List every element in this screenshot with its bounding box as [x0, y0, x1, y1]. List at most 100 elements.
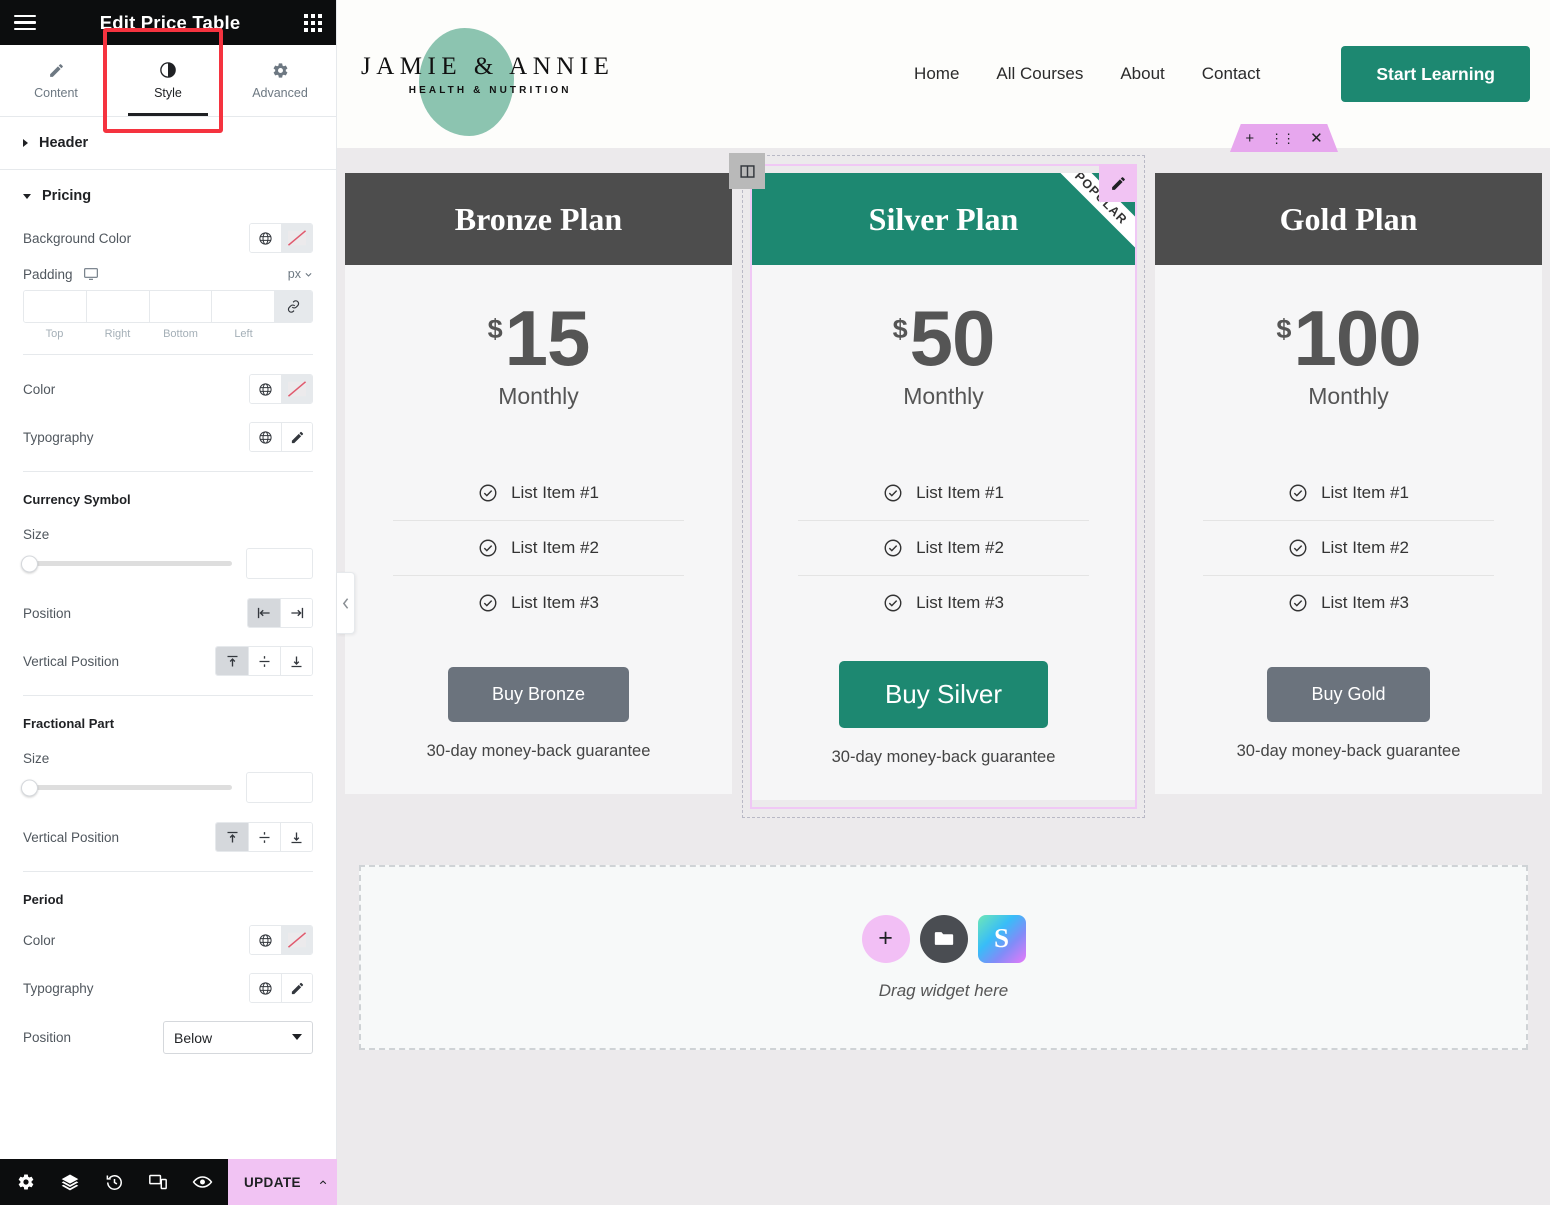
layers-navigator-icon[interactable]: [48, 1172, 92, 1192]
period-position-select[interactable]: Below: [163, 1021, 313, 1054]
grid-apps-icon[interactable]: [304, 13, 322, 32]
align-before-icon[interactable]: [248, 599, 280, 627]
period-color-control[interactable]: [249, 925, 313, 955]
template-library-icon[interactable]: S: [977, 914, 1026, 963]
section-pricing-label: Pricing: [42, 188, 92, 204]
edit-typography-pencil-icon[interactable]: [281, 423, 312, 451]
start-learning-button[interactable]: Start Learning: [1341, 46, 1530, 102]
currency-symbol-heading: Currency Symbol: [23, 491, 131, 507]
slider-knob[interactable]: [21, 555, 38, 572]
buy-bronze-button[interactable]: Buy Bronze: [447, 666, 630, 722]
period-typography-control[interactable]: [249, 973, 313, 1003]
color-swatch-empty-icon[interactable]: [281, 926, 312, 954]
contrast-icon: [160, 62, 176, 78]
align-middle-icon[interactable]: [248, 823, 280, 851]
card-header: Silver Plan POPULAR: [750, 173, 1137, 265]
global-color-icon[interactable]: [250, 224, 281, 252]
history-icon[interactable]: [92, 1173, 136, 1192]
site-logo[interactable]: JAMIE & ANNIE HEALTH & NUTRITION: [359, 14, 609, 136]
fractional-vertical-position-choices[interactable]: [215, 822, 313, 852]
price-period: Monthly: [1308, 382, 1389, 409]
align-bottom-icon[interactable]: [280, 647, 312, 675]
padding-right-input[interactable]: [85, 291, 149, 322]
edit-widget-pencil-icon[interactable]: [1099, 164, 1137, 202]
padding-top-input[interactable]: [24, 291, 86, 322]
padding-link-values-icon[interactable]: [274, 291, 312, 322]
color-swatch-empty-icon[interactable]: [281, 375, 312, 403]
guarantee-text: 30-day money-back guarantee: [426, 741, 651, 760]
global-font-icon[interactable]: [250, 423, 281, 451]
background-color-control[interactable]: [249, 223, 313, 253]
tab-style[interactable]: Style: [112, 45, 224, 116]
section-header-pricing[interactable]: Pricing: [0, 170, 336, 214]
panel-collapse-toggle[interactable]: [337, 572, 355, 634]
typography-control[interactable]: [249, 422, 313, 452]
align-middle-icon[interactable]: [248, 647, 280, 675]
guarantee-text: 30-day money-back guarantee: [831, 747, 1056, 766]
delete-section-icon[interactable]: ✕: [1310, 131, 1323, 146]
global-color-icon[interactable]: [250, 375, 281, 403]
fractional-size-input[interactable]: [246, 772, 313, 803]
check-circle-icon: [1289, 594, 1307, 612]
responsive-mode-icon[interactable]: [136, 1173, 180, 1191]
align-after-icon[interactable]: [280, 599, 312, 627]
update-button[interactable]: UPDATE: [228, 1159, 343, 1205]
check-circle-icon: [479, 594, 497, 612]
nav-item-all-courses[interactable]: All Courses: [996, 64, 1083, 84]
column-handle-icon[interactable]: [729, 153, 765, 189]
settings-gear-icon[interactable]: [4, 1173, 48, 1191]
nav-item-about[interactable]: About: [1120, 64, 1164, 84]
fractional-size-slider[interactable]: [21, 779, 232, 796]
edit-typography-pencil-icon[interactable]: [281, 974, 312, 1002]
desktop-device-icon[interactable]: [83, 266, 99, 282]
align-top-icon[interactable]: [216, 823, 248, 851]
feature-item: List Item #2: [1203, 519, 1494, 575]
chevron-up-icon[interactable]: [319, 1177, 327, 1188]
feature-label: List Item #2: [916, 537, 1004, 557]
padding-top-label: Top: [45, 328, 64, 340]
period-position-select-wrap[interactable]: Below: [163, 1021, 313, 1054]
buy-silver-button[interactable]: Buy Silver: [838, 660, 1049, 728]
tab-advanced[interactable]: Advanced: [224, 45, 336, 116]
drag-section-icon[interactable]: ⋮⋮: [1270, 132, 1295, 145]
hamburger-icon[interactable]: [14, 14, 36, 31]
color-control[interactable]: [249, 374, 313, 404]
section-header-header[interactable]: Header: [0, 117, 336, 170]
editor-panel: Edit Price Table Content Style Advanced: [0, 0, 355, 1205]
preview-eye-icon[interactable]: [180, 1173, 224, 1191]
price-amount: 100: [1293, 294, 1421, 382]
tab-content[interactable]: Content: [0, 45, 112, 116]
section-toolbar: + ⋮⋮ ✕: [1230, 124, 1338, 152]
nav-item-contact[interactable]: Contact: [1202, 64, 1261, 84]
padding-bottom-input[interactable]: [148, 291, 212, 322]
tab-content-label: Content: [34, 85, 78, 100]
fractional-part-heading: Fractional Part: [23, 715, 115, 731]
feature-label: List Item #3: [916, 592, 1004, 612]
currency-vertical-position-choices[interactable]: [215, 646, 313, 676]
global-color-icon[interactable]: [250, 926, 281, 954]
pricing-column-silver[interactable]: Silver Plan POPULAR $ 50 Monthly: [729, 153, 1145, 818]
padding-left-input[interactable]: [211, 291, 274, 322]
buy-gold-button[interactable]: Buy Gold: [1267, 666, 1430, 722]
plan-title: Silver Plan: [868, 200, 1019, 237]
plus-icon[interactable]: +: [861, 914, 910, 963]
control-background-color: Background Color: [0, 214, 336, 262]
global-font-icon[interactable]: [250, 974, 281, 1002]
slider-knob[interactable]: [21, 779, 38, 796]
currency-size-input[interactable]: [246, 548, 313, 579]
fractional-vertical-position-label: Vertical Position: [23, 829, 120, 845]
site-nav: Home All Courses About Contact Start Lea…: [914, 46, 1530, 102]
nav-item-home[interactable]: Home: [914, 64, 959, 84]
currency-size-slider[interactable]: [21, 555, 232, 572]
chevron-down-icon: [23, 193, 31, 199]
widget-drop-area[interactable]: + S Drag widget here: [359, 865, 1528, 1050]
currency-position-choices[interactable]: [247, 598, 313, 628]
color-swatch-empty-icon[interactable]: [281, 224, 312, 252]
add-section-icon[interactable]: +: [1245, 131, 1254, 146]
align-top-icon[interactable]: [216, 647, 248, 675]
check-circle-icon: [479, 484, 497, 502]
currency-position-label: Position: [23, 605, 72, 621]
padding-unit-selector[interactable]: px: [288, 267, 313, 281]
folder-icon[interactable]: [919, 914, 968, 963]
align-bottom-icon[interactable]: [280, 823, 312, 851]
